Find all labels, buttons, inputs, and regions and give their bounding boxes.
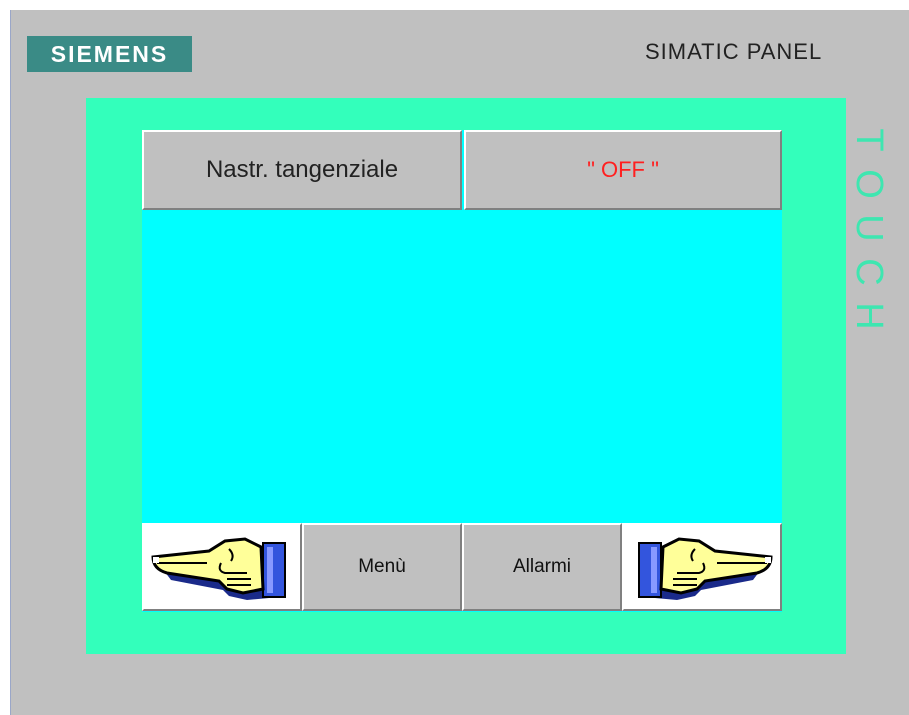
touch-letter: H bbox=[848, 302, 890, 330]
siemens-logo: SIEMENS bbox=[27, 36, 192, 72]
panel-title: SIMATIC PANEL bbox=[645, 39, 823, 64]
hand-pointing-left-icon bbox=[151, 537, 286, 600]
touch-letter: U bbox=[848, 214, 890, 242]
next-page-button[interactable] bbox=[622, 523, 782, 611]
previous-page-button[interactable] bbox=[142, 523, 302, 611]
machine-status-field: " OFF " bbox=[464, 130, 782, 210]
machine-name-field: Nastr. tangenziale bbox=[142, 130, 462, 210]
hand-pointing-right-icon bbox=[638, 537, 773, 600]
touch-label: TOUCH bbox=[848, 118, 890, 338]
alarms-button[interactable]: Allarmi bbox=[462, 523, 622, 611]
touch-letter: C bbox=[848, 258, 890, 286]
menu-button[interactable]: Menù bbox=[302, 523, 462, 611]
touch-letter: T bbox=[848, 128, 890, 152]
touch-letter: O bbox=[848, 169, 890, 199]
